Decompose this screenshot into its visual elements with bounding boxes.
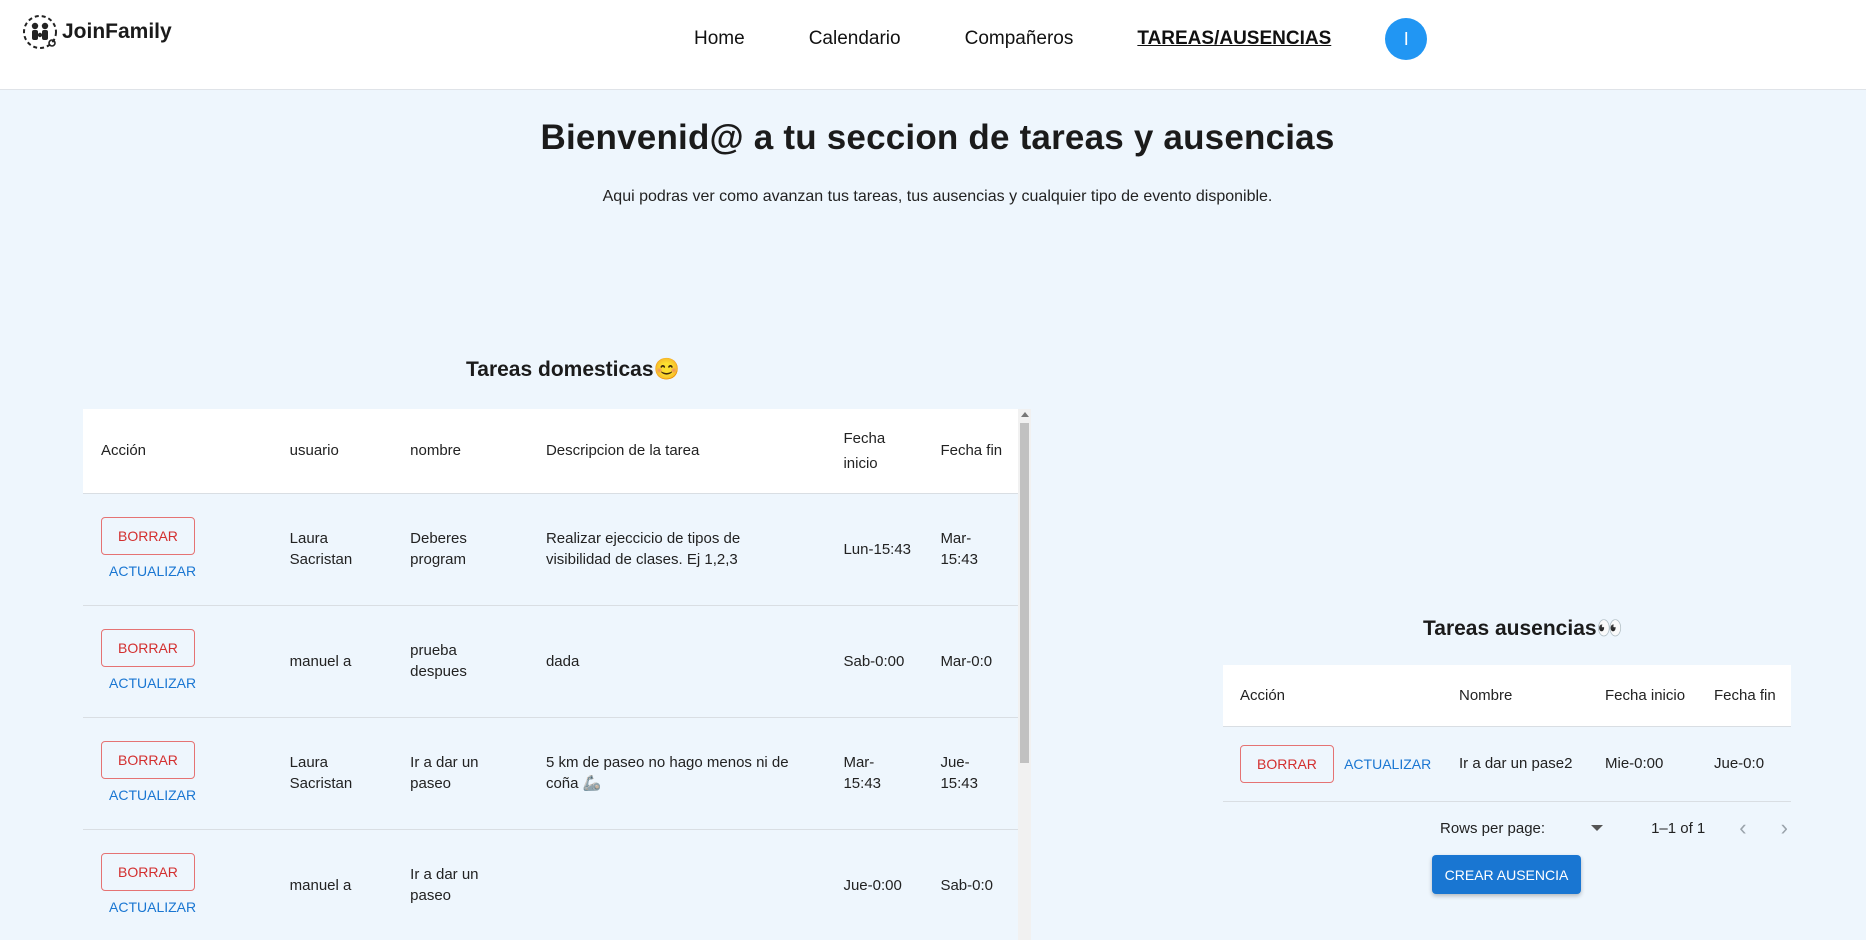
cell-nombre: Ir a dar un paseo xyxy=(410,754,479,792)
col-fecha-fin: Fecha fin xyxy=(1697,665,1791,726)
cell-fecha-inicio: Mie-0:00 xyxy=(1605,755,1664,772)
crear-ausencia-button[interactable]: CREAR AUSENCIA xyxy=(1432,855,1581,894)
cell-nombre: Ir a dar un pase2 xyxy=(1459,755,1573,772)
page-subtitle: Aqui podras ver como avanzan tus tareas,… xyxy=(602,188,1273,205)
col-accion: Acción xyxy=(83,409,272,493)
table-row: BORRAR ACTUALIZAR manuel a prueba despue… xyxy=(83,605,1018,717)
actualizar-button[interactable]: ACTUALIZAR xyxy=(109,563,196,579)
logo[interactable]: JoinFamily xyxy=(22,14,172,50)
cell-nombre: prueba despues xyxy=(410,642,467,680)
cell-fecha-inicio: Jue-0:00 xyxy=(843,876,902,894)
borrar-button[interactable]: BORRAR xyxy=(101,740,195,779)
domesticas-title: Tareas domesticas😊 xyxy=(466,358,680,381)
actualizar-button[interactable]: ACTUALIZAR xyxy=(109,787,196,803)
nav-tareas-ausencias[interactable]: TAREAS/AUSENCIAS xyxy=(1137,26,1331,52)
domesticas-table: Acción usuario nombre Descripcion de la … xyxy=(83,409,1018,940)
col-descripcion: Descripcion de la tarea xyxy=(527,409,826,493)
col-accion: Acción xyxy=(1223,665,1442,726)
cell-nombre: Deberes program xyxy=(410,530,467,568)
nav-home[interactable]: Home xyxy=(694,26,745,52)
actualizar-button[interactable]: ACTUALIZAR xyxy=(1344,756,1431,772)
col-fecha-fin: Fecha fin xyxy=(922,409,1018,493)
col-fecha-inicio: Fecha inicio xyxy=(1588,665,1697,726)
cell-usuario: manuel a xyxy=(289,876,352,894)
cell-descripcion: 5 km de paseo no hago menos ni de coña 🦾 xyxy=(545,754,789,792)
scroll-up-icon[interactable] xyxy=(1021,412,1029,417)
cell-fecha-inicio: Mar-15:43 xyxy=(843,754,882,792)
col-fecha-inicio: Fecha inicio xyxy=(825,409,923,493)
cell-usuario: Laura Sacristan xyxy=(289,530,353,568)
actualizar-button[interactable]: ACTUALIZAR xyxy=(109,675,196,691)
ausencias-title: Tareas ausencias👀 xyxy=(1423,617,1623,640)
scroll-thumb[interactable] xyxy=(1020,423,1029,763)
rows-per-page-label: Rows per page: xyxy=(1440,819,1546,837)
table-pagination: Rows per page: 1–1 of 1 ‹ › xyxy=(1440,815,1788,841)
borrar-button[interactable]: BORRAR xyxy=(101,852,195,891)
nav-calendario[interactable]: Calendario xyxy=(809,26,901,52)
table-row: BORRAR ACTUALIZAR Laura Sacristan Ir a d… xyxy=(83,717,1018,829)
cell-fecha-inicio: Lun-15:43 xyxy=(843,540,912,558)
cell-descripcion xyxy=(528,829,826,940)
ausencias-table: Acción Nombre Fecha inicio Fecha fin BOR… xyxy=(1223,665,1791,802)
cell-usuario: Laura Sacristan xyxy=(289,754,353,792)
user-avatar[interactable]: I xyxy=(1385,18,1428,60)
cell-fecha-fin: Mar-15:43 xyxy=(940,530,978,568)
col-usuario: usuario xyxy=(271,409,393,493)
cell-fecha-fin: Sab-0:0 xyxy=(940,876,993,894)
borrar-button[interactable]: BORRAR xyxy=(101,628,195,667)
col-nombre: Nombre xyxy=(1442,665,1588,726)
table-row: BORRAR ACTUALIZAR Laura Sacristan Debere… xyxy=(83,493,1018,605)
cell-fecha-fin: Jue-0:0 xyxy=(1714,755,1765,772)
cell-descripcion: Realizar ejeccicio de tipos de visibilid… xyxy=(545,530,741,568)
main-nav: Home Calendario Compañeros TAREAS/AUSENC… xyxy=(694,18,1428,60)
cell-usuario: manuel a xyxy=(289,652,352,670)
borrar-button[interactable]: BORRAR xyxy=(1240,744,1334,783)
next-page-icon[interactable]: › xyxy=(1781,815,1788,841)
col-nombre: nombre xyxy=(392,409,528,493)
table-row: BORRAR ACTUALIZAR manuel a Ir a dar un p… xyxy=(83,829,1018,940)
borrar-button[interactable]: BORRAR xyxy=(101,516,195,555)
logo-text: JoinFamily xyxy=(62,20,172,43)
page-title: Bienvenid@ a tu seccion de tareas y ause… xyxy=(540,118,1335,157)
table-header-row: Acción Nombre Fecha inicio Fecha fin xyxy=(1223,665,1791,726)
cell-fecha-fin: Mar-0:0 xyxy=(940,652,993,670)
previous-page-icon[interactable]: ‹ xyxy=(1739,815,1746,841)
table-row: BORRAR ACTUALIZAR Ir a dar un pase2 Mie-… xyxy=(1223,726,1791,801)
actualizar-button[interactable]: ACTUALIZAR xyxy=(109,899,196,915)
page-range: 1–1 of 1 xyxy=(1651,819,1706,837)
top-navbar: JoinFamily Home Calendario Compañeros TA… xyxy=(0,0,1866,90)
cell-descripcion: dada xyxy=(545,652,580,670)
table-header-row: Acción usuario nombre Descripcion de la … xyxy=(83,409,1018,493)
rows-per-page-select[interactable] xyxy=(1591,825,1604,831)
nav-companeros[interactable]: Compañeros xyxy=(965,26,1074,52)
cell-nombre: Ir a dar un paseo xyxy=(410,866,479,904)
cell-fecha-inicio: Sab-0:00 xyxy=(843,652,905,670)
domesticas-scrollbar[interactable] xyxy=(1018,409,1031,940)
cell-fecha-fin: Jue-15:43 xyxy=(940,754,978,792)
family-logo-icon xyxy=(23,15,57,49)
